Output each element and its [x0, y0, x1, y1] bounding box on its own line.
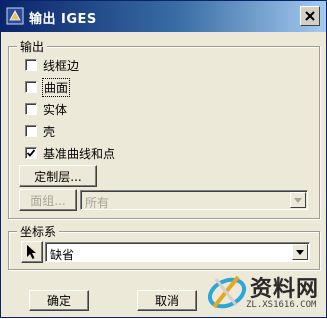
select-coordinate-system-button[interactable] — [21, 241, 43, 263]
option-solids[interactable]: 实体 — [25, 101, 67, 117]
chevron-down-icon — [296, 249, 304, 255]
ok-button[interactable]: 确定 — [29, 290, 89, 311]
coordinate-system-group: 坐标系 缺省 — [8, 223, 320, 270]
option-datum-curves-points[interactable]: 基准曲线和点 — [25, 145, 115, 161]
datum-curves-points-checkbox[interactable] — [25, 147, 37, 159]
shells-label: 壳 — [43, 124, 56, 139]
option-wireframe-edges[interactable]: 线框边 — [25, 57, 79, 73]
output-group-legend: 输出 — [17, 38, 48, 55]
close-button[interactable] — [300, 6, 320, 26]
solids-label: 实体 — [43, 102, 68, 117]
checkmark-icon — [26, 149, 36, 157]
surfaces-label: 曲面 — [42, 77, 71, 97]
window-title: 输出 IGES — [29, 12, 97, 27]
chevron-down-icon — [294, 197, 302, 203]
shells-checkbox[interactable] — [25, 125, 37, 137]
cancel-button[interactable]: 取消 — [137, 290, 197, 311]
coordinate-system-value: 缺省 — [50, 248, 75, 262]
iges-export-dialog: 输出 IGES 输出 线框边 曲面 实体 壳 基准曲线和点 定制层... 面组.… — [0, 0, 327, 318]
app-icon — [6, 7, 24, 25]
coordinate-system-select[interactable]: 缺省 — [45, 242, 310, 262]
solids-checkbox[interactable] — [25, 103, 37, 115]
coordinate-system-legend: 坐标系 — [17, 223, 60, 240]
face-groups-select-value: 所有 — [85, 196, 110, 210]
close-icon — [305, 11, 315, 21]
option-surfaces[interactable]: 曲面 — [25, 77, 71, 97]
wireframe-edges-label: 线框边 — [43, 58, 80, 73]
surfaces-checkbox[interactable] — [25, 81, 37, 93]
custom-layers-button[interactable]: 定制层... — [19, 165, 97, 187]
face-groups-button[interactable]: 面组... — [19, 189, 77, 211]
wireframe-edges-checkbox[interactable] — [25, 59, 37, 71]
coordinate-system-dropdown-arrow[interactable] — [292, 244, 308, 260]
option-shells[interactable]: 壳 — [25, 123, 55, 139]
face-groups-dropdown-arrow[interactable] — [290, 192, 306, 208]
cursor-arrow-icon — [27, 245, 36, 259]
datum-curves-points-label: 基准曲线和点 — [43, 146, 116, 161]
title-bar: 输出 IGES — [1, 1, 326, 32]
watermark-logo-icon — [207, 275, 247, 309]
output-group: 输出 线框边 曲面 实体 壳 基准曲线和点 定制层... 面组... 所有 — [8, 38, 320, 219]
face-groups-select[interactable]: 所有 — [80, 190, 308, 210]
watermark-url: ZL.XS1616.COM — [246, 300, 317, 310]
site-watermark: 资料网 ZL.XS1616.COM — [206, 269, 326, 319]
watermark-text: 资料网 — [250, 277, 320, 302]
